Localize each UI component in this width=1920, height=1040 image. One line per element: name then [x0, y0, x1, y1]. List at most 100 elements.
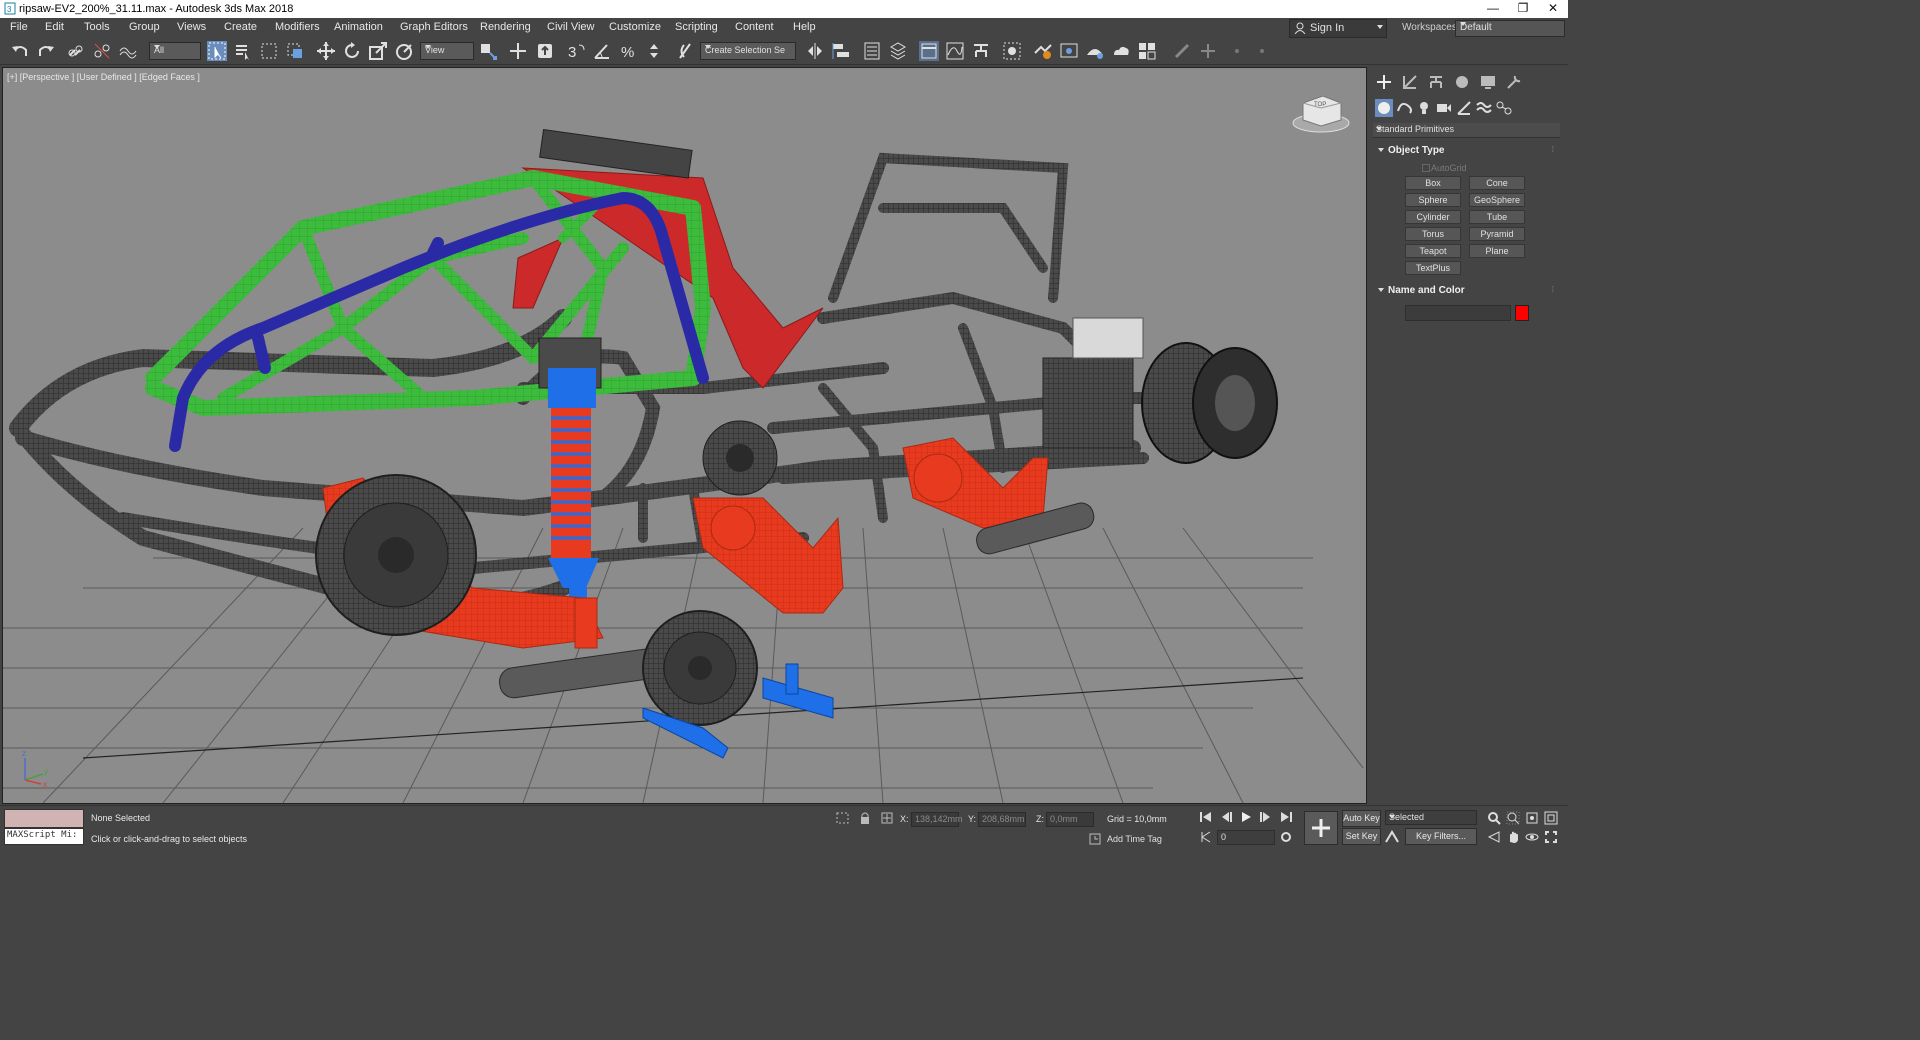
next-frame-icon[interactable] [1259, 811, 1273, 823]
minimize-button[interactable]: — [1478, 0, 1508, 18]
time-tag-icon[interactable] [1088, 832, 1102, 846]
sphere-button[interactable]: Sphere [1405, 193, 1461, 207]
cone-button[interactable]: Cone [1469, 176, 1525, 190]
select-and-manipulate-icon[interactable] [508, 41, 528, 61]
select-and-link-icon[interactable] [66, 41, 86, 61]
cylinder-button[interactable]: Cylinder [1405, 210, 1461, 224]
material-editor-icon[interactable] [1002, 41, 1022, 61]
autogrid-checkbox[interactable]: AutoGrid [1422, 163, 1467, 173]
named-selection-dropdown[interactable]: Create Selection Se [700, 42, 796, 60]
modify-tab-icon[interactable] [1401, 73, 1419, 91]
bind-space-warp-icon[interactable] [118, 41, 138, 61]
key-mode-dropdown[interactable]: Selected [1385, 810, 1477, 825]
select-object-icon[interactable] [207, 41, 227, 61]
tube-button[interactable]: Tube [1469, 210, 1525, 224]
zoom-all-icon[interactable] [1506, 811, 1520, 825]
time-configuration-icon[interactable] [1279, 831, 1293, 843]
mirror-icon[interactable] [805, 41, 825, 61]
go-to-end-icon[interactable] [1279, 811, 1293, 823]
menu-group[interactable]: Group [129, 21, 160, 33]
time-mode-icon[interactable] [1199, 831, 1213, 843]
x-coordinate-field[interactable]: 138,142mm [911, 812, 963, 827]
add-time-tag[interactable]: Add Time Tag [1107, 834, 1162, 844]
textplus-button[interactable]: TextPlus [1405, 261, 1461, 275]
pyramid-button[interactable]: Pyramid [1469, 227, 1525, 241]
z-coordinate-field[interactable]: 0,0mm [1046, 812, 1094, 827]
rotate-icon[interactable] [342, 41, 362, 61]
set-key-button[interactable]: Set Key [1342, 828, 1381, 845]
orbit-icon[interactable] [1525, 830, 1539, 844]
toggle-ribbon-icon[interactable] [919, 41, 939, 61]
selection-filter-dropdown[interactable]: All [149, 42, 201, 60]
menu-animation[interactable]: Animation [334, 21, 383, 33]
absolute-mode-transform-icon[interactable] [880, 811, 894, 825]
auto-key-button[interactable]: Auto Key [1342, 810, 1381, 827]
menu-customize[interactable]: Customize [609, 21, 661, 33]
perspective-viewport[interactable]: [+] [Perspective ] [User Defined ] [Edge… [2, 67, 1367, 804]
pivot-point-center-icon[interactable] [478, 41, 498, 61]
percent-snap-icon[interactable]: % [618, 41, 638, 61]
menu-modifiers[interactable]: Modifiers [275, 21, 320, 33]
menu-create[interactable]: Create [224, 21, 257, 33]
sign-in-dropdown[interactable]: Sign In [1289, 19, 1387, 38]
menu-tools[interactable]: Tools [84, 21, 110, 33]
snaps-toggle-icon[interactable]: 3 [566, 41, 586, 61]
render-setup-icon[interactable] [1033, 41, 1053, 61]
workspaces-dropdown[interactable]: Default [1455, 20, 1565, 37]
shapes-icon[interactable] [1395, 99, 1413, 117]
align-icon[interactable] [831, 41, 851, 61]
brush-icon[interactable] [1172, 41, 1192, 61]
maxscript-mini-listener[interactable]: MAXScript Mi: [4, 828, 84, 845]
geosphere-button[interactable]: GeoSphere [1469, 193, 1525, 207]
object-name-field[interactable] [1405, 305, 1511, 321]
close-button[interactable]: ✕ [1538, 0, 1568, 18]
scale-icon[interactable] [368, 41, 388, 61]
object-color-swatch[interactable] [1515, 305, 1529, 321]
key-filters-button[interactable]: Key Filters... [1405, 828, 1477, 845]
keyboard-shortcut-override-icon[interactable] [535, 41, 555, 61]
menu-scripting[interactable]: Scripting [675, 21, 718, 33]
menu-file[interactable]: File [10, 21, 28, 33]
menu-help[interactable]: Help [793, 21, 816, 33]
plus-icon[interactable] [1198, 41, 1218, 61]
menu-civil-view[interactable]: Civil View [547, 21, 594, 33]
scene-canvas[interactable]: TOP z x y [3, 68, 1366, 803]
torus-button[interactable]: Torus [1405, 227, 1461, 241]
maximize-viewport-icon[interactable] [1544, 830, 1558, 844]
cameras-icon[interactable] [1435, 99, 1453, 117]
maxscript-listener-output[interactable] [4, 809, 84, 828]
placement-icon[interactable] [394, 41, 414, 61]
menu-rendering[interactable]: Rendering [480, 21, 531, 33]
selection-lock-icon[interactable] [858, 811, 872, 825]
play-icon[interactable] [1239, 811, 1253, 823]
zoom-extents-icon[interactable] [1525, 811, 1539, 825]
angle-snap-icon[interactable] [592, 41, 612, 61]
move-icon[interactable] [316, 41, 336, 61]
menu-content[interactable]: Content [735, 21, 774, 33]
toggle-layer-explorer-icon[interactable] [888, 41, 908, 61]
pan-view-icon[interactable] [1506, 830, 1520, 844]
motion-tab-icon[interactable] [1453, 73, 1471, 91]
isolate-selection-icon[interactable] [835, 811, 851, 825]
helpers-icon[interactable] [1455, 99, 1473, 117]
toggle-scene-explorer-icon[interactable] [862, 41, 882, 61]
create-tab-plus-icon[interactable] [1375, 73, 1393, 91]
primitive-category-dropdown[interactable]: Standard Primitives [1373, 123, 1560, 138]
redo-icon[interactable] [36, 41, 56, 61]
reference-coordinate-dropdown[interactable]: View [420, 42, 474, 60]
go-to-start-icon[interactable] [1199, 811, 1213, 823]
space-warps-icon[interactable] [1475, 99, 1493, 117]
set-key-filter-icon[interactable] [1384, 830, 1400, 844]
restore-button[interactable]: ❐ [1508, 0, 1538, 18]
zoom-extents-all-icon[interactable] [1544, 811, 1558, 825]
unlink-icon[interactable] [92, 41, 112, 61]
render-in-cloud-icon[interactable] [1111, 41, 1131, 61]
curve-editor-icon[interactable] [945, 41, 965, 61]
box-button[interactable]: Box [1405, 176, 1461, 190]
field-of-view-icon[interactable] [1487, 830, 1501, 844]
viewcube[interactable]: TOP [1292, 95, 1350, 133]
menu-edit[interactable]: Edit [45, 21, 64, 33]
previous-frame-icon[interactable] [1219, 811, 1233, 823]
object-type-rollout-header[interactable]: Object Type ⁞ [1373, 144, 1560, 158]
menu-graph-editors[interactable]: Graph Editors [400, 21, 468, 33]
